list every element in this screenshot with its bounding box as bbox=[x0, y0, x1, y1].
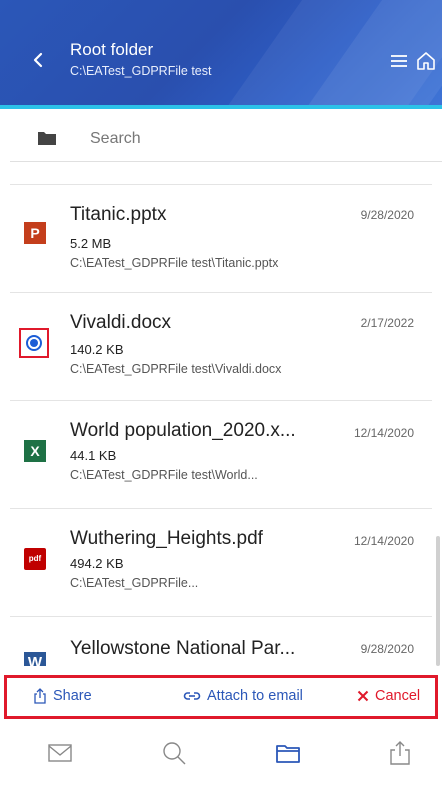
home-icon[interactable] bbox=[414, 49, 438, 73]
file-path: C:\EATest_GDPRFile test\World... bbox=[70, 468, 258, 482]
word-icon: W bbox=[24, 652, 46, 666]
file-name: Yellowstone National Par... bbox=[70, 638, 296, 659]
share-label: Share bbox=[53, 688, 92, 704]
hamburger-menu-icon[interactable] bbox=[389, 53, 409, 69]
radio-selected-icon[interactable] bbox=[26, 335, 42, 351]
search-input[interactable] bbox=[90, 124, 420, 154]
search-bar bbox=[10, 116, 442, 162]
bottom-navigation bbox=[0, 719, 442, 788]
file-name: Titanic.pptx bbox=[70, 204, 167, 225]
file-date: 2/17/2022 bbox=[360, 316, 414, 330]
file-date: 9/28/2020 bbox=[360, 642, 414, 656]
file-date: 12/14/2020 bbox=[353, 426, 414, 440]
file-size: 44.1 KB bbox=[70, 448, 117, 463]
list-item[interactable]: pdf Wuthering_Heights.pdf 494.2 KB C:\EA… bbox=[0, 508, 436, 616]
file-list[interactable]: P Titanic.pptx 5.2 MB C:\EATest_GDPRFile… bbox=[0, 170, 442, 666]
app-header: Root folder C:\EATest_GDPRFile test bbox=[0, 0, 442, 109]
share-icon bbox=[34, 688, 46, 704]
list-item[interactable]: P Titanic.pptx 5.2 MB C:\EATest_GDPRFile… bbox=[0, 184, 436, 292]
share-button[interactable]: Share bbox=[33, 688, 92, 704]
page-title: Root folder bbox=[70, 40, 154, 59]
pdf-icon: pdf bbox=[24, 548, 46, 570]
page-subtitle-path: C:\EATest_GDPRFile test bbox=[70, 64, 212, 78]
file-name: Vivaldi.docx bbox=[70, 312, 172, 333]
file-size: 5.2 MB bbox=[70, 236, 112, 251]
file-size: 140.2 KB bbox=[70, 342, 124, 357]
header-accent-line bbox=[0, 105, 442, 109]
attach-to-email-label: Attach to email bbox=[207, 688, 303, 704]
file-size: 494.2 KB bbox=[70, 556, 124, 571]
file-path: C:\EATest_GDPRFile test\Titanic.pptx bbox=[70, 256, 279, 270]
share-icon[interactable] bbox=[386, 739, 414, 767]
link-icon bbox=[183, 692, 201, 700]
selection-highlight[interactable] bbox=[19, 328, 49, 358]
powerpoint-icon: P bbox=[24, 222, 46, 244]
scrollbar-thumb[interactable] bbox=[436, 536, 440, 666]
radio-dot bbox=[30, 339, 38, 347]
search-icon[interactable] bbox=[160, 739, 188, 767]
folder-icon bbox=[38, 132, 56, 145]
attach-to-email-button[interactable]: Attach to email bbox=[183, 688, 303, 704]
file-path: C:\EATest_GDPRFile... bbox=[70, 576, 199, 590]
excel-icon: X bbox=[24, 440, 46, 462]
folder-icon[interactable] bbox=[274, 739, 302, 767]
file-name: World population_2020.x... bbox=[70, 420, 296, 441]
selection-action-bar: Share Attach to email Cancel bbox=[4, 675, 438, 719]
cancel-label: Cancel bbox=[375, 688, 421, 704]
list-item[interactable]: W Yellowstone National Par... 9/28/2020 bbox=[0, 616, 436, 666]
file-path: C:\EATest_GDPRFile test\Vivaldi.docx bbox=[70, 362, 282, 376]
close-icon bbox=[357, 690, 369, 702]
cancel-button[interactable]: Cancel bbox=[357, 688, 420, 704]
file-name: Wuthering_Heights.pdf bbox=[70, 528, 263, 549]
chevron-left-icon[interactable] bbox=[28, 48, 48, 72]
file-date: 9/28/2020 bbox=[360, 208, 414, 222]
file-date: 12/14/2020 bbox=[353, 534, 414, 548]
mail-icon[interactable] bbox=[46, 739, 74, 767]
list-item[interactable]: X World population_2020.x... 44.1 KB C:\… bbox=[0, 400, 436, 508]
list-item[interactable]: Vivaldi.docx 140.2 KB C:\EATest_GDPRFile… bbox=[0, 292, 436, 400]
